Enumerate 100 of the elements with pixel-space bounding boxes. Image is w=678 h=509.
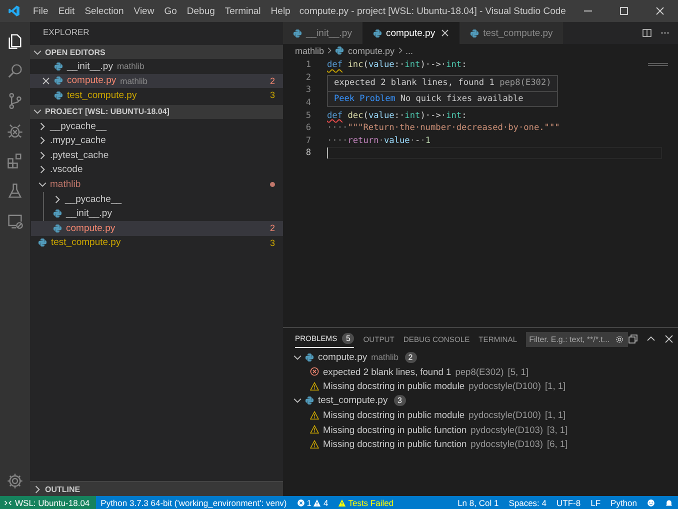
problem-count: 3 <box>270 90 275 100</box>
problem-message[interactable]: Missing docstring in public function <box>323 439 467 450</box>
restore-panel-icon[interactable] <box>628 334 638 344</box>
extensions-icon[interactable] <box>6 152 24 170</box>
files-icon[interactable] <box>6 32 24 50</box>
flask-icon[interactable] <box>6 182 24 200</box>
chevron-right-icon[interactable] <box>38 136 47 146</box>
menu-item[interactable]: Terminal <box>220 6 266 16</box>
code-token: value <box>368 110 394 121</box>
menu-item[interactable]: File <box>28 6 54 16</box>
problem-message[interactable]: Missing docstring in public module <box>323 410 465 420</box>
python-file-icon <box>53 224 62 233</box>
menu-item[interactable]: Help <box>266 6 296 16</box>
peek-problem-link[interactable]: Peek Problem <box>334 94 396 104</box>
smiley-icon[interactable] <box>647 498 655 506</box>
problem-count: 2 <box>270 76 275 86</box>
close-icon[interactable] <box>42 76 50 85</box>
chevron-down-icon[interactable] <box>33 48 42 56</box>
bug-icon[interactable] <box>6 122 24 140</box>
folder-name[interactable]: __pycache__ <box>50 120 107 132</box>
chevron-down-icon[interactable] <box>38 180 47 189</box>
source-control-icon[interactable] <box>6 92 24 110</box>
problem-position: [3, 1] <box>547 424 568 435</box>
line-number: 5 <box>304 110 311 121</box>
bell-icon[interactable] <box>665 498 673 506</box>
python-file-icon <box>54 76 63 86</box>
close-panel-icon[interactable] <box>664 334 674 344</box>
breadcrumb-item[interactable]: ... <box>406 46 414 56</box>
code-token: )·->· <box>420 110 446 121</box>
code-token: · <box>378 136 384 146</box>
chevron-right-icon[interactable] <box>38 165 47 174</box>
editor-tab[interactable]: __init__.py <box>283 22 363 44</box>
chevron-right-icon[interactable] <box>33 484 42 494</box>
search-icon[interactable] <box>6 62 24 80</box>
filter-field[interactable]: Filter. E.g.: text, **/*.t... <box>526 332 628 346</box>
window-title: compute.py - project [WSL: Ubuntu-18.04] - Visual Studio Code <box>298 6 567 16</box>
close-icon[interactable] <box>441 29 450 37</box>
menu-item[interactable]: Debug <box>182 6 220 16</box>
file-name[interactable]: __init__.py <box>67 60 113 72</box>
code-token: def <box>327 110 343 121</box>
file-name[interactable]: test_compute.py <box>318 395 388 406</box>
remote-explorer-icon[interactable] <box>6 212 24 230</box>
tests-status[interactable]: Tests Failed <box>333 498 399 508</box>
breadcrumb-item[interactable]: mathlib <box>295 46 324 56</box>
filter-settings-icon[interactable] <box>615 334 624 344</box>
folder-name[interactable]: .mypy_cache <box>50 135 106 146</box>
menu-item[interactable]: Edit <box>53 6 80 16</box>
folder-name[interactable]: .vscode <box>50 164 83 176</box>
split-editor-icon[interactable] <box>642 28 652 38</box>
problem-source: pydocstyle(D100) <box>468 381 541 392</box>
chevron-right-icon[interactable] <box>38 150 47 160</box>
file-name[interactable]: test_compute.py <box>51 237 121 248</box>
editor-tab[interactable]: compute.py <box>362 22 460 44</box>
chevron-down-icon[interactable] <box>293 352 302 362</box>
folder-name[interactable]: __pycache__ <box>65 194 122 205</box>
remote-indicator[interactable]: WSL: Ubuntu-18.04 <box>0 496 96 509</box>
python-file-icon <box>38 238 47 248</box>
warning-icon <box>310 382 319 391</box>
interpreter-status[interactable]: Python 3.7.3 64-bit ('working_environment': venv) <box>96 498 292 508</box>
python-file-icon <box>54 62 63 71</box>
file-name[interactable]: test_compute.py <box>67 90 137 101</box>
chevron-right-icon[interactable] <box>38 122 47 131</box>
code-token: """Return·the·number·decreased·by·one.""" <box>348 123 560 134</box>
chevron-down-icon[interactable] <box>293 396 302 406</box>
file-name[interactable]: compute.py <box>67 75 116 86</box>
code-token: )·->· <box>420 60 446 70</box>
python-file-icon <box>53 209 62 218</box>
menu-item[interactable]: Selection <box>80 6 129 16</box>
problem-message[interactable]: expected 2 blank lines, found 1 <box>323 366 452 377</box>
problems-status[interactable]: 1 4 <box>292 498 334 508</box>
status-item[interactable]: UTF-8 <box>552 498 586 508</box>
file-name[interactable]: __init__.py <box>66 208 112 220</box>
section-header[interactable]: OUTLINE <box>45 484 80 494</box>
warning-icon <box>313 498 322 506</box>
menu-item[interactable]: View <box>128 6 160 16</box>
code-token: ···· <box>327 123 348 134</box>
status-item[interactable]: Spaces: 4 <box>504 498 552 508</box>
folder-name[interactable]: .pytest_cache <box>50 150 109 161</box>
line-number: 1 <box>304 60 311 70</box>
python-file-icon <box>372 28 382 38</box>
file-name[interactable]: compute.py <box>318 352 368 363</box>
status-item[interactable]: Python <box>606 498 642 508</box>
chevron-down-icon[interactable] <box>33 107 42 116</box>
folder-name[interactable]: mathlib <box>50 178 81 190</box>
settings-icon[interactable] <box>6 472 24 490</box>
breadcrumb-item[interactable]: compute.py <box>348 46 395 56</box>
problem-source: pep8(E302) <box>455 366 504 377</box>
file-name[interactable]: compute.py <box>66 222 116 234</box>
menu-item[interactable]: Go <box>159 6 182 16</box>
maximize-icon[interactable] <box>619 6 629 16</box>
code-token: value <box>384 136 410 146</box>
status-item[interactable]: LF <box>586 498 606 508</box>
editor-tab[interactable]: test_compute.py <box>460 22 564 44</box>
problem-source: pydocstyle(D100) <box>468 410 541 420</box>
section-header[interactable]: OPEN EDITORS <box>45 48 106 56</box>
status-item[interactable]: Ln 8, Col 1 <box>452 498 504 508</box>
close-icon[interactable] <box>655 6 665 16</box>
problem-message[interactable]: Missing docstring in public module <box>323 381 465 392</box>
chevron-right-icon[interactable] <box>53 194 62 204</box>
problem-message[interactable]: Missing docstring in public function <box>323 424 467 435</box>
